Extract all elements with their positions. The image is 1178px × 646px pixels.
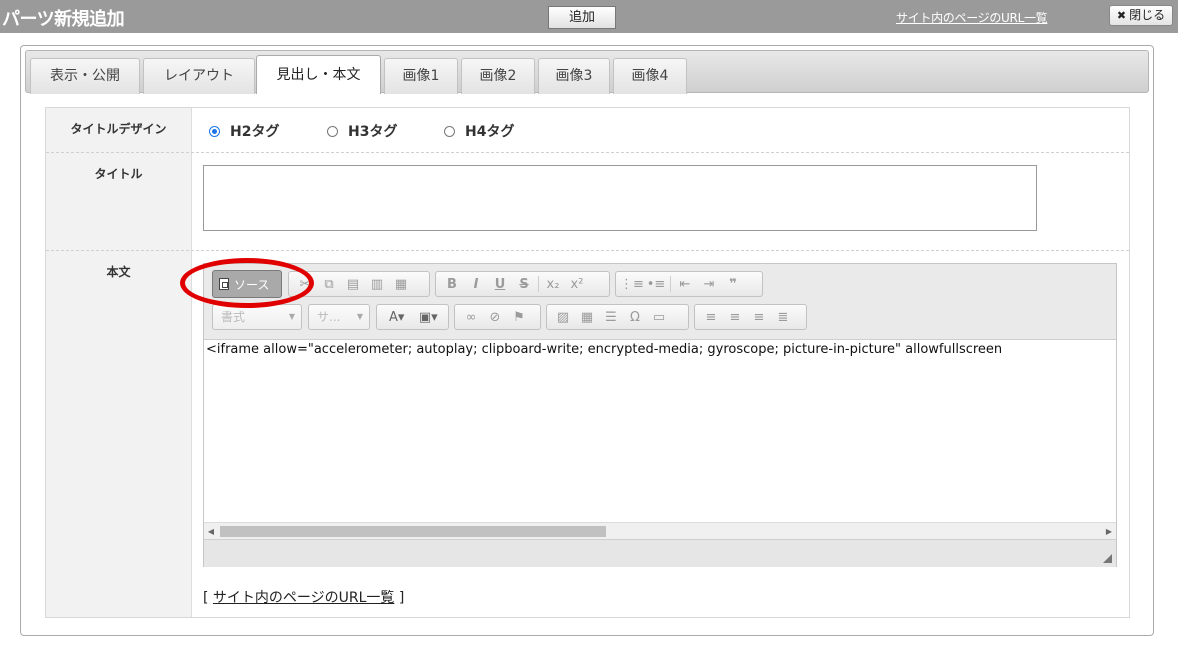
bullet-list-icon[interactable]: •≡ bbox=[644, 274, 668, 294]
scroll-thumb[interactable] bbox=[220, 526, 606, 537]
bold-icon[interactable]: B bbox=[440, 274, 464, 294]
url-list-link-bottom[interactable]: サイト内のページのURL一覧 bbox=[213, 590, 395, 606]
title-label: タイトル bbox=[94, 167, 143, 181]
format-combo[interactable]: 書式 ▼ bbox=[212, 304, 302, 330]
bg-color-icon[interactable]: ▣▾ bbox=[413, 307, 445, 327]
underline-icon[interactable]: U bbox=[488, 274, 512, 294]
horizontal-rule-icon[interactable]: ☰ bbox=[599, 307, 623, 327]
rich-text-editor: ソース ✂ ⧉ ▤ ▥ ▦ B I U S x₂ x² ⋮≡ •≡ ⇤ ⇥ ❞ … bbox=[203, 263, 1117, 567]
paragraph-group: ⋮≡ •≡ ⇤ ⇥ ❞ bbox=[615, 271, 763, 297]
iframe-icon[interactable]: ▭ bbox=[647, 307, 671, 327]
source-label: ソース bbox=[234, 277, 270, 292]
align-justify-icon[interactable]: ≣ bbox=[771, 307, 795, 327]
size-combo[interactable]: サ... ▼ bbox=[308, 304, 370, 330]
close-label: 閉じる bbox=[1129, 8, 1166, 22]
close-icon: ✖ bbox=[1116, 9, 1127, 22]
tab-layout[interactable]: レイアウト bbox=[143, 58, 255, 94]
radio-h2[interactable]: H2タグ bbox=[209, 121, 279, 141]
link-group: ∞ ⊘ ⚑ bbox=[454, 304, 541, 330]
italic-icon[interactable]: I bbox=[464, 274, 488, 294]
radio-h2-label: H2タグ bbox=[230, 124, 280, 140]
format-combo-value: 書式 bbox=[221, 310, 246, 324]
toolbar-separator bbox=[670, 276, 671, 292]
blockquote-icon[interactable]: ❞ bbox=[721, 274, 745, 294]
tab-bar: 表示・公開 レイアウト 見出し・本文 画像1 画像2 画像3 画像4 bbox=[25, 50, 1149, 94]
subscript-icon[interactable]: x₂ bbox=[541, 274, 565, 294]
numbered-list-icon[interactable]: ⋮≡ bbox=[620, 274, 644, 294]
url-list-line: [ サイト内のページのURL一覧 ] bbox=[203, 587, 404, 607]
color-group: A▾ ▣▾ bbox=[376, 304, 449, 330]
radio-h2-dot[interactable] bbox=[209, 125, 220, 137]
label-column bbox=[46, 108, 192, 617]
copy-icon[interactable]: ⧉ bbox=[317, 274, 341, 294]
indent-icon[interactable]: ⇥ bbox=[697, 274, 721, 294]
link-icon[interactable]: ∞ bbox=[459, 307, 483, 327]
size-combo-value: サ... bbox=[317, 310, 341, 324]
insert-group: ▨ ▦ ☰ Ω ▭ bbox=[546, 304, 689, 330]
paste-icon[interactable]: ▤ bbox=[341, 274, 365, 294]
align-center-icon[interactable]: ≡ bbox=[723, 307, 747, 327]
cut-icon[interactable]: ✂ bbox=[293, 274, 317, 294]
scroll-right-icon[interactable]: ▶ bbox=[1102, 523, 1116, 540]
editor-status-bar bbox=[204, 539, 1116, 567]
bracket-open: [ bbox=[203, 590, 209, 606]
title-design-label: タイトルデザイン bbox=[70, 122, 167, 136]
paste-word-icon[interactable]: ▦ bbox=[389, 274, 413, 294]
tab-image1[interactable]: 画像1 bbox=[384, 58, 458, 94]
top-bar: パーツ新規追加 追加 サイト内のページのURL一覧 ✖ 閉じる bbox=[0, 0, 1178, 33]
unlink-icon[interactable]: ⊘ bbox=[483, 307, 507, 327]
tab-display[interactable]: 表示・公開 bbox=[30, 58, 140, 94]
radio-h4[interactable]: H4タグ bbox=[444, 121, 514, 141]
basic-style-group: B I U S x₂ x² bbox=[435, 271, 610, 297]
toolbar-separator bbox=[538, 276, 539, 292]
superscript-icon[interactable]: x² bbox=[565, 274, 589, 294]
table-icon[interactable]: ▦ bbox=[575, 307, 599, 327]
editor-toolbar: ソース ✂ ⧉ ▤ ▥ ▦ B I U S x₂ x² ⋮≡ •≡ ⇤ ⇥ ❞ … bbox=[204, 264, 1116, 340]
image-icon[interactable]: ▨ bbox=[551, 307, 575, 327]
resize-grip-icon[interactable] bbox=[1103, 554, 1112, 563]
special-char-icon[interactable]: Ω bbox=[623, 307, 647, 327]
add-button[interactable]: 追加 bbox=[548, 6, 616, 29]
radio-h4-dot[interactable] bbox=[444, 125, 455, 137]
chevron-down-icon: ▼ bbox=[288, 312, 295, 321]
body-label: 本文 bbox=[106, 265, 131, 279]
radio-h4-label: H4タグ bbox=[465, 124, 515, 140]
horizontal-scrollbar[interactable]: ◀ ▶ bbox=[204, 522, 1116, 540]
chevron-down-icon: ▼ bbox=[356, 312, 363, 321]
row-divider bbox=[46, 152, 1129, 153]
strike-icon[interactable]: S bbox=[512, 274, 536, 294]
bracket-close: ] bbox=[398, 590, 405, 606]
tab-image4[interactable]: 画像4 bbox=[613, 58, 687, 94]
radio-h3-label: H3タグ bbox=[348, 124, 398, 140]
close-button[interactable]: ✖ 閉じる bbox=[1109, 5, 1173, 26]
align-left-icon[interactable]: ≡ bbox=[699, 307, 723, 327]
tab-image2[interactable]: 画像2 bbox=[461, 58, 535, 94]
anchor-flag-icon[interactable]: ⚑ bbox=[507, 307, 531, 327]
page-title: パーツ新規追加 bbox=[2, 9, 125, 30]
align-group: ≡ ≡ ≡ ≣ bbox=[694, 304, 807, 330]
align-right-icon[interactable]: ≡ bbox=[747, 307, 771, 327]
title-input[interactable] bbox=[203, 165, 1037, 231]
clipboard-group: ✂ ⧉ ▤ ▥ ▦ bbox=[288, 271, 430, 297]
radio-h3-dot[interactable] bbox=[327, 125, 338, 137]
main-panel: 表示・公開 レイアウト 見出し・本文 画像1 画像2 画像3 画像4 タイトルデ… bbox=[20, 45, 1154, 636]
tab-heading-body[interactable]: 見出し・本文 bbox=[256, 55, 381, 94]
text-color-icon[interactable]: A▾ bbox=[381, 307, 413, 327]
parts-form: タイトルデザイン H2タグ H3タグ H4タグ タイトル 本文 ソース ✂ ⧉ … bbox=[45, 107, 1130, 618]
paste-text-icon[interactable]: ▥ bbox=[365, 274, 389, 294]
url-list-link[interactable]: サイト内のページのURL一覧 bbox=[896, 9, 1048, 26]
outdent-icon[interactable]: ⇤ bbox=[673, 274, 697, 294]
source-button[interactable]: ソース bbox=[212, 270, 282, 298]
row-divider bbox=[46, 250, 1129, 251]
source-doc-icon bbox=[219, 278, 229, 290]
source-code-area[interactable]: <iframe allow="accelerometer; autoplay; … bbox=[206, 342, 1114, 522]
tab-image3[interactable]: 画像3 bbox=[538, 58, 610, 94]
radio-h3[interactable]: H3タグ bbox=[327, 121, 397, 141]
scroll-left-icon[interactable]: ◀ bbox=[204, 523, 218, 540]
